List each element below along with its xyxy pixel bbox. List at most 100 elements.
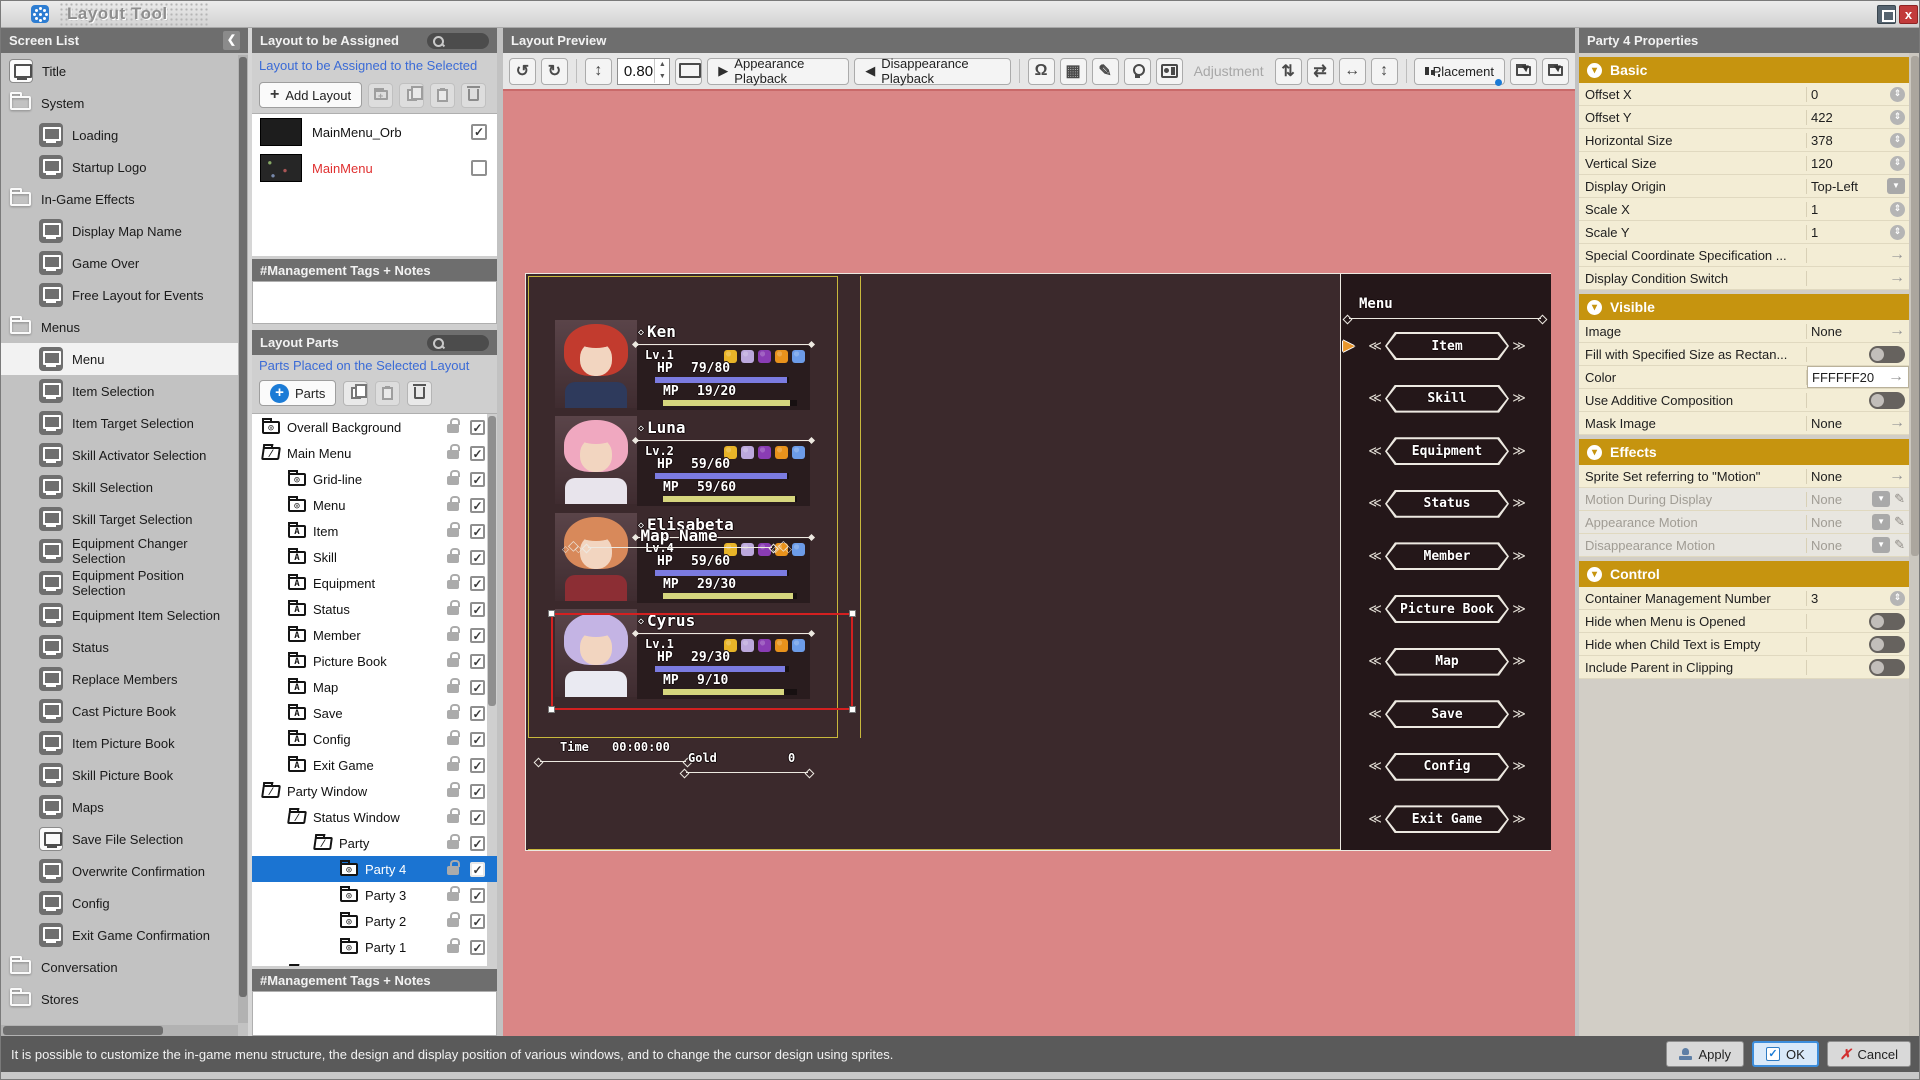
screen-preview-icon[interactable] [675, 57, 703, 85]
screen-list-item-loading[interactable]: Loading [1, 119, 238, 151]
property-value-cell[interactable]: None → [1807, 412, 1909, 434]
game-menu-exit-game[interactable]: ≪ Exit Game ≫ [1365, 805, 1529, 834]
screen-list-item-display-map-name[interactable]: Display Map Name [1, 215, 238, 247]
property-value-cell[interactable]: Top-Left ▼ [1807, 175, 1909, 197]
screen-list-item-in-game-effects[interactable]: In-Game Effects [1, 183, 238, 215]
property-value-cell[interactable]: None → [1807, 465, 1909, 487]
detail-arrow-icon[interactable]: → [1889, 323, 1905, 339]
layout-checkbox[interactable] [471, 160, 487, 176]
zoom-spinner[interactable]: ▲ ▼ [654, 59, 669, 83]
screen-list-item-save-file-selection[interactable]: Save File Selection [1, 823, 238, 855]
visibility-checkbox[interactable]: ✓ [470, 419, 485, 435]
toggle-switch[interactable] [1869, 391, 1905, 409]
visibility-checkbox[interactable]: ✓ [470, 731, 485, 747]
visibility-checkbox[interactable]: ✓ [470, 627, 485, 643]
parts-tree-item-item[interactable]: A Item ✓ [252, 518, 497, 544]
unlock-icon[interactable] [447, 444, 460, 459]
visibility-checkbox[interactable]: ✓ [470, 835, 485, 851]
property-value-cell[interactable] [1807, 633, 1909, 655]
property-value-cell[interactable]: 3 ⇕ [1807, 587, 1909, 609]
game-menu-equipment[interactable]: ≪ Equipment ≫ [1365, 437, 1529, 466]
visibility-checkbox[interactable]: ✓ [470, 705, 485, 721]
section-header-basic[interactable]: ▾ Basic [1579, 57, 1909, 83]
unlock-icon[interactable] [447, 704, 460, 719]
property-value-cell[interactable]: None ▼ ✎ [1807, 534, 1909, 556]
redo-button[interactable]: ↻ [541, 57, 568, 85]
toggle-switch[interactable] [1869, 635, 1905, 653]
selection-handle[interactable] [548, 610, 555, 617]
selection-rectangle[interactable] [548, 610, 856, 713]
selection-handle[interactable] [548, 706, 555, 713]
mascot-icon[interactable] [1123, 57, 1151, 85]
screen-list-item-item-picture-book[interactable]: Item Picture Book [1, 727, 238, 759]
property-value-cell[interactable]: None ▼ ✎ [1807, 511, 1909, 533]
parts-tree-item-partial[interactable]: ∕ [252, 960, 497, 966]
parts-tree-item-save[interactable]: A Save ✓ [252, 700, 497, 726]
property-value-cell[interactable] [1807, 656, 1909, 678]
screen-list-item-equipment-item-selection[interactable]: Equipment Item Selection [1, 599, 238, 631]
parts-tree-item-config[interactable]: A Config ✓ [252, 726, 497, 752]
game-menu-member[interactable]: ≪ Member ≫ [1365, 542, 1529, 571]
unlock-icon[interactable] [447, 678, 460, 693]
parts-tree-item-main-menu[interactable]: ∕ Main Menu ✓ [252, 440, 497, 466]
property-value-cell[interactable]: None ▼ ✎ [1807, 488, 1909, 510]
unlock-icon[interactable] [447, 470, 460, 485]
party-member-luna[interactable]: Luna Lv.2HP 59/60 MP 59/60 [526, 416, 866, 508]
property-value-cell[interactable]: → [1807, 267, 1909, 289]
ok-button[interactable]: ✓ OK [1752, 1041, 1819, 1067]
zoom-input[interactable]: 0.80 ▲ ▼ [616, 57, 671, 85]
grid-icon[interactable]: ▦ [1059, 57, 1087, 85]
parts-copy-icon[interactable] [343, 380, 369, 406]
screen-list-item-item-target-selection[interactable]: Item Target Selection [1, 407, 238, 439]
detail-arrow-icon[interactable]: → [1889, 270, 1905, 286]
property-value-cell[interactable]: → [1807, 244, 1909, 266]
screen-list-item-equipment-changer-selection[interactable]: Equipment Changer Selection [1, 535, 238, 567]
unlock-icon[interactable] [447, 756, 460, 771]
screen-list-item-equipment-position-selection[interactable]: Equipment Position Selection [1, 567, 238, 599]
parts-paste-icon[interactable] [375, 380, 401, 406]
flip-horizontal-icon[interactable]: ⇄ [1306, 57, 1334, 85]
parts-tree-item-party-2[interactable]: ◎ Party 2 ✓ [252, 908, 497, 934]
toggle-switch[interactable] [1869, 345, 1905, 363]
screen-list-item-exit-game-confirmation[interactable]: Exit Game Confirmation [1, 919, 238, 951]
visibility-checkbox[interactable]: ✓ [470, 861, 485, 877]
screen-list-item-config[interactable]: Config [1, 887, 238, 919]
magnet-icon[interactable]: Ω [1027, 57, 1055, 85]
screen-list-vscrollbar[interactable] [238, 55, 248, 1023]
paste-icon[interactable] [430, 82, 456, 108]
game-menu-map[interactable]: ≪ Map ≫ [1365, 647, 1529, 676]
property-value-cell[interactable]: 1 ⇕ [1807, 198, 1909, 220]
visibility-checkbox[interactable]: ✓ [470, 471, 485, 487]
screen-list-item-startup-logo[interactable]: Startup Logo [1, 151, 238, 183]
visibility-checkbox[interactable]: ✓ [470, 523, 485, 539]
screen-list-item-stores[interactable]: Stores [1, 983, 238, 1015]
unlock-icon[interactable] [447, 418, 460, 433]
game-menu-config[interactable]: ≪ Config ≫ [1365, 752, 1529, 781]
unlock-icon[interactable] [447, 938, 460, 953]
parts-tree-item-status[interactable]: A Status ✓ [252, 596, 497, 622]
visibility-checkbox[interactable]: ✓ [470, 497, 485, 513]
parts-tree-item-map[interactable]: A Map ✓ [252, 674, 497, 700]
screen-list-item-menus[interactable]: Menus [1, 311, 238, 343]
game-menu-save[interactable]: ≪ Save ≫ [1365, 700, 1529, 729]
visibility-checkbox[interactable]: ✓ [470, 575, 485, 591]
parts-delete-icon[interactable] [407, 380, 433, 406]
import-icon[interactable] [1542, 57, 1569, 85]
unlock-icon[interactable] [447, 496, 460, 511]
screen-list-item-skill-picture-book[interactable]: Skill Picture Book [1, 759, 238, 791]
search-icon[interactable] [427, 32, 489, 49]
visibility-checkbox[interactable]: ✓ [470, 939, 485, 955]
pen-icon[interactable]: ✎ [1091, 57, 1119, 85]
spinner-icon[interactable]: ⇕ [1890, 224, 1905, 240]
fit-zoom-icon[interactable]: ↕ [584, 57, 612, 85]
game-menu-status[interactable]: ≪ Status ≫ [1365, 489, 1529, 518]
parts-tree-item-overall-background[interactable]: ◎ Overall Background ✓ [252, 414, 497, 440]
spinner-icon[interactable]: ⇕ [1890, 155, 1905, 171]
edit-pen-icon[interactable]: ✎ [1894, 514, 1905, 530]
apply-button[interactable]: Apply [1666, 1041, 1744, 1067]
copy-icon[interactable] [399, 82, 425, 108]
property-value-cell[interactable]: FFFFFF20 → [1807, 366, 1909, 388]
screen-list-item-conversation[interactable]: Conversation [1, 951, 238, 983]
unlock-icon[interactable] [447, 522, 460, 537]
edit-pen-icon[interactable]: ✎ [1894, 491, 1905, 507]
